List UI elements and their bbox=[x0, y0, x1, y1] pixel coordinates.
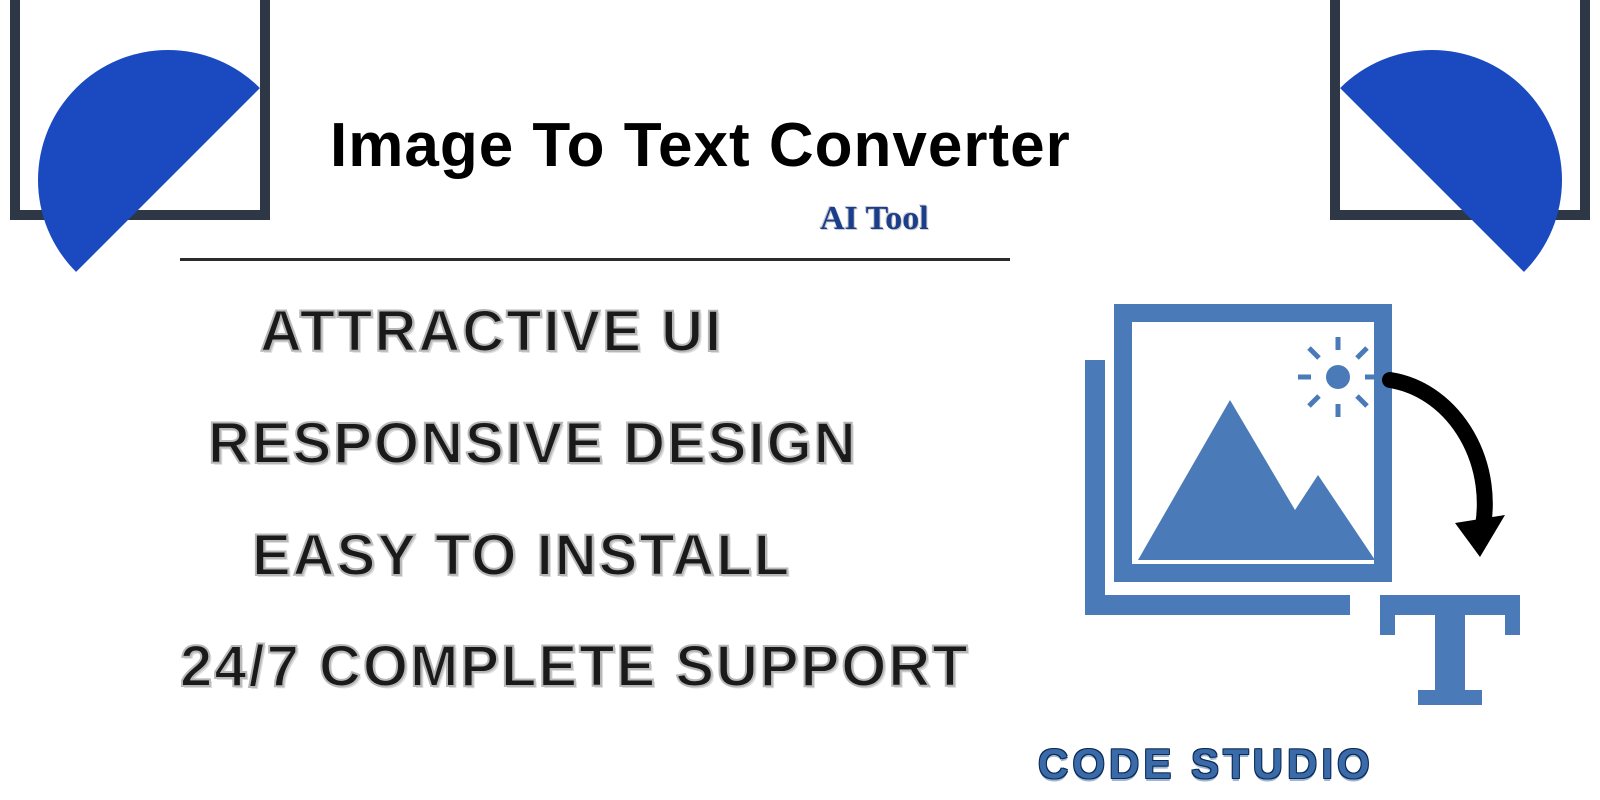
feature-item: RESPONSIVE DESIGN bbox=[180, 412, 1000, 476]
title-divider bbox=[180, 258, 1010, 261]
feature-item: 24/7 COMPLETE SUPPORT bbox=[180, 635, 1000, 699]
page-title: Image To Text Converter bbox=[330, 110, 1071, 181]
brand-label: CODE STUDIO bbox=[1038, 740, 1374, 788]
feature-item: EASY TO INSTALL bbox=[180, 524, 1000, 588]
page-subtitle: AI Tool bbox=[820, 200, 929, 238]
feature-item: ATTRACTIVE UI bbox=[180, 300, 1000, 364]
features-list: ATTRACTIVE UI RESPONSIVE DESIGN EASY TO … bbox=[180, 300, 1000, 747]
corner-decoration-top-right bbox=[1280, 0, 1600, 250]
corner-decoration-top-left bbox=[0, 0, 320, 250]
image-to-text-icon bbox=[1060, 295, 1520, 715]
